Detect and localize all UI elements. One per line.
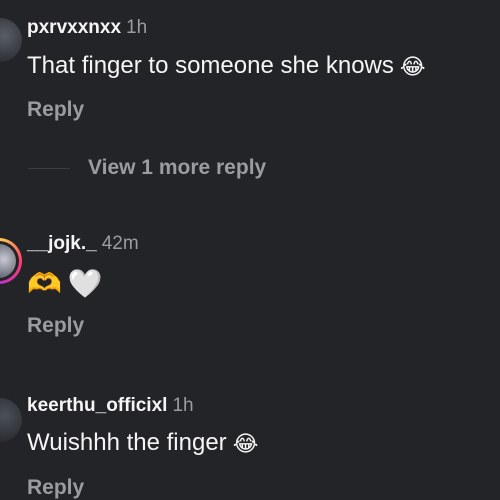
- heart-hands-emoji-icon: 🫶: [27, 267, 62, 300]
- avatar-story-ring[interactable]: [0, 238, 22, 284]
- avatar[interactable]: [0, 18, 22, 62]
- laughing-emoji-icon: 😂: [399, 55, 426, 80]
- comment-body: Wuishhh the finger: [27, 429, 227, 456]
- view-more-replies-button[interactable]: View 1 more reply: [88, 156, 266, 180]
- thread-divider: [28, 168, 70, 169]
- white-heart-emoji-icon: 🤍: [67, 267, 103, 300]
- comment-text: Wuishhh the finger 😂: [27, 428, 258, 460]
- username[interactable]: __jojk._: [27, 233, 97, 254]
- comment-header: keerthu_officixl 1h: [27, 394, 194, 418]
- comment-time: 42m: [101, 233, 139, 254]
- laughing-emoji-icon: 😂: [232, 432, 259, 457]
- username[interactable]: keerthu_officixl: [27, 395, 167, 416]
- comment-time: 1h: [126, 17, 148, 38]
- reply-button[interactable]: Reply: [27, 476, 84, 500]
- reply-button[interactable]: Reply: [27, 314, 84, 338]
- comment-header: pxrvxxnxx 1h: [27, 16, 147, 40]
- avatar[interactable]: [0, 398, 22, 442]
- comment-body: That finger to someone she knows: [27, 52, 394, 79]
- comment-text: That finger to someone she knows 😂: [27, 51, 426, 83]
- reply-button[interactable]: Reply: [27, 98, 84, 122]
- comment-text: 🫶 🤍: [27, 268, 103, 300]
- comment-time: 1h: [172, 395, 194, 416]
- comment-header: __jojk._ 42m: [27, 232, 139, 256]
- username[interactable]: pxrvxxnxx: [27, 17, 121, 38]
- comments-screen: pxrvxxnxx 1h That finger to someone she k…: [0, 0, 500, 500]
